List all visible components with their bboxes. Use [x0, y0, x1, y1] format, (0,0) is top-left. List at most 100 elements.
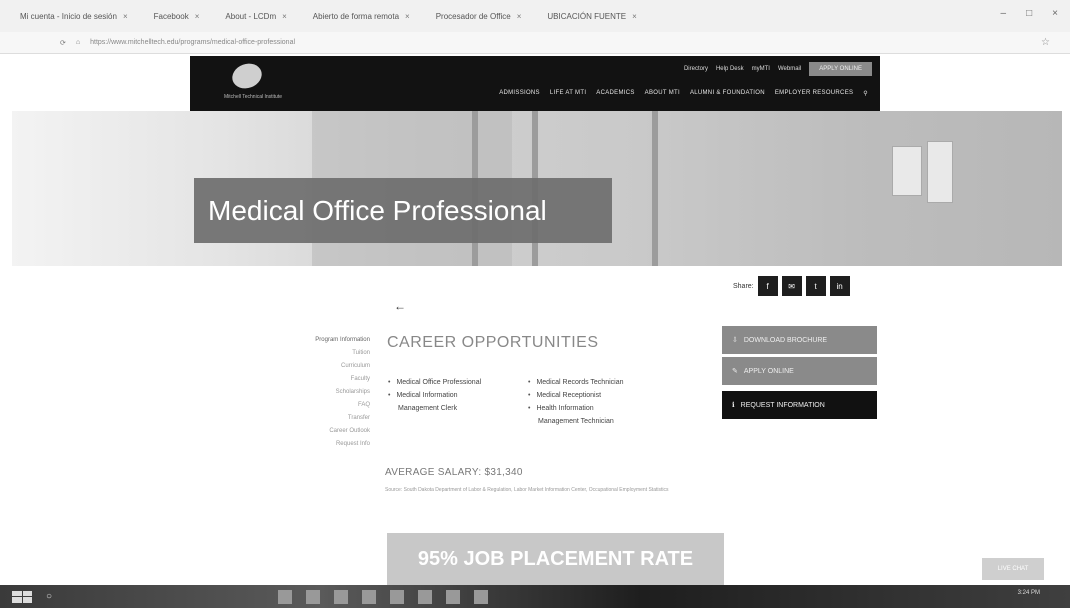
nav-item[interactable]: ADMISSIONS	[499, 90, 540, 97]
nav-item[interactable]: ACADEMICS	[596, 90, 634, 97]
nav-item[interactable]: LIFE AT MTI	[550, 90, 586, 97]
logo-text: Mitchell Technical Institute	[224, 94, 282, 100]
nav-item[interactable]: ABOUT MTI	[645, 90, 680, 97]
maximize-icon[interactable]: □	[1026, 8, 1032, 19]
close-tab-icon[interactable]: ×	[123, 12, 128, 21]
salary-heading: AVERAGE SALARY: $31,340	[385, 467, 523, 478]
taskbar-app-icon[interactable]	[362, 589, 377, 604]
sidenav-item[interactable]: Tuition	[230, 347, 370, 360]
close-tab-icon[interactable]: ×	[517, 12, 522, 21]
career-heading: CAREER OPPORTUNITIES	[387, 334, 599, 351]
button-label: APPLY ONLINE	[743, 367, 794, 375]
download-brochure-button[interactable]: ⇩ DOWNLOAD BROCHURE	[722, 326, 877, 354]
header-apply-button[interactable]: APPLY ONLINE	[809, 62, 872, 76]
download-icon: ⇩	[732, 337, 738, 344]
sidenav-item[interactable]: Faculty	[230, 373, 370, 386]
close-tab-icon[interactable]: ×	[195, 12, 200, 21]
share-label: Share:	[733, 282, 754, 290]
tab-label: Procesador de Office	[435, 11, 511, 21]
close-tab-icon[interactable]: ×	[282, 12, 287, 21]
utility-links: Directory Help Desk myMTI Webmail APPLY …	[684, 62, 872, 76]
browser-tab[interactable]: Procesador de Office ×	[436, 12, 522, 21]
taskbar-apps	[278, 589, 489, 604]
browser-tab[interactable]: UBICACIÓN FUENTE ×	[547, 12, 636, 21]
apply-online-button[interactable]: ✎ APPLY ONLINE	[722, 357, 877, 385]
taskbar-app-icon[interactable]	[474, 589, 489, 604]
tab-label: Mi cuenta - Inicio de sesión	[20, 11, 117, 21]
sidenav-item[interactable]: Career Outlook	[230, 425, 370, 438]
close-icon[interactable]: ×	[1052, 8, 1058, 19]
browser-tab[interactable]: Abierto de forma remota ×	[313, 12, 410, 21]
home-icon[interactable]: ⌂	[76, 39, 80, 46]
bookmark-star-icon[interactable]: ☆	[1041, 37, 1050, 48]
hero-decor	[927, 141, 953, 203]
utility-link[interactable]: Directory	[684, 66, 708, 72]
share-bar: Share: f ✉ t in	[733, 276, 850, 296]
logo-mark-icon	[228, 59, 266, 93]
email-share-icon[interactable]: ✉	[781, 276, 802, 296]
sidenav-item[interactable]: Curriculum	[230, 360, 370, 373]
sidenav-item[interactable]: FAQ	[230, 399, 370, 412]
taskbar-app-icon[interactable]	[306, 589, 321, 604]
browser-tab[interactable]: Facebook ×	[154, 12, 200, 21]
placement-banner: 95% JOB PLACEMENT RATE	[387, 533, 724, 585]
live-chat-button[interactable]: LIVE CHAT	[982, 558, 1044, 580]
hero-banner: Medical Office Professional	[12, 111, 1062, 266]
list-item: Management Clerk	[398, 405, 458, 412]
browser-tab[interactable]: Mi cuenta - Inicio de sesión ×	[20, 12, 128, 21]
facebook-share-icon[interactable]: f	[757, 276, 778, 296]
taskbar-app-icon[interactable]	[334, 589, 349, 604]
career-list-right: Medical Records Technician Medical Recep…	[528, 376, 623, 428]
info-icon: ℹ	[732, 402, 735, 409]
address-bar: ⟳ ⌂ https://www.mitchelltech.edu/program…	[0, 32, 1070, 54]
edit-icon: ✎	[732, 368, 738, 375]
back-arrow-icon[interactable]: ←	[394, 299, 406, 313]
tab-label: About - LCDm	[225, 11, 277, 21]
taskbar-app-icon[interactable]	[390, 589, 405, 604]
windows-start-icon[interactable]	[12, 590, 32, 603]
nav-item[interactable]: ALUMNI & FOUNDATION	[690, 90, 765, 97]
taskbar-app-icon[interactable]	[446, 589, 461, 604]
minimize-icon[interactable]: –	[1001, 8, 1007, 19]
site-header: Mitchell Technical Institute Directory H…	[190, 56, 880, 111]
close-tab-icon[interactable]: ×	[405, 12, 410, 21]
close-tab-icon[interactable]: ×	[632, 12, 637, 21]
button-label: DOWNLOAD BROCHURE	[743, 336, 828, 344]
utility-link[interactable]: Help Desk	[716, 66, 744, 72]
career-list-left: Medical Office Professional Medical Info…	[388, 376, 481, 415]
reload-icon[interactable]: ⟳	[60, 39, 66, 47]
list-item: Medical Receptionist	[528, 389, 623, 402]
salary-source: Source: South Dakota Department of Labor…	[385, 487, 669, 493]
list-item: Health Information	[528, 402, 623, 415]
sidenav-item[interactable]: Transfer	[230, 412, 370, 425]
site-logo[interactable]: Mitchell Technical Institute	[198, 59, 308, 106]
program-sidenav: Program Information Tuition Curriculum F…	[230, 334, 370, 451]
sidenav-item[interactable]: Request Info	[230, 438, 370, 451]
search-icon[interactable]: ⚲	[863, 90, 868, 97]
utility-link[interactable]: myMTI	[752, 66, 770, 72]
list-item: Management Technician	[538, 418, 614, 425]
browser-tab-bar: Mi cuenta - Inicio de sesión × Facebook × …	[0, 0, 1070, 32]
hero-decor	[652, 111, 658, 266]
tab-label: UBICACIÓN FUENTE	[547, 11, 627, 21]
url-field[interactable]: https://www.mitchelltech.edu/programs/me…	[90, 39, 295, 46]
browser-tab[interactable]: About - LCDm ×	[225, 12, 286, 21]
sidenav-item[interactable]: Scholarships	[230, 386, 370, 399]
list-item: Medical Records Technician	[528, 376, 623, 389]
taskbar-app-icon[interactable]	[418, 589, 433, 604]
nav-item[interactable]: EMPLOYER RESOURCES	[775, 90, 853, 97]
request-info-button[interactable]: ℹ REQUEST INFORMATION	[722, 391, 877, 419]
sidenav-item[interactable]: Program Information	[230, 334, 370, 347]
os-taskbar: ○ 3:24 PM	[0, 585, 1070, 608]
tab-label: Facebook	[153, 11, 189, 21]
main-nav: ADMISSIONS LIFE AT MTI ACADEMICS ABOUT M…	[499, 90, 868, 97]
window-controls: – □ ×	[1001, 8, 1058, 19]
twitter-share-icon[interactable]: t	[805, 276, 826, 296]
linkedin-share-icon[interactable]: in	[829, 276, 850, 296]
taskbar-clock[interactable]: 3:24 PM	[1018, 590, 1040, 596]
hero-decor	[892, 146, 922, 196]
utility-link[interactable]: Webmail	[778, 66, 801, 72]
cortana-icon[interactable]: ○	[46, 591, 52, 602]
taskbar-app-icon[interactable]	[278, 589, 293, 604]
page-title: Medical Office Professional	[194, 178, 612, 243]
